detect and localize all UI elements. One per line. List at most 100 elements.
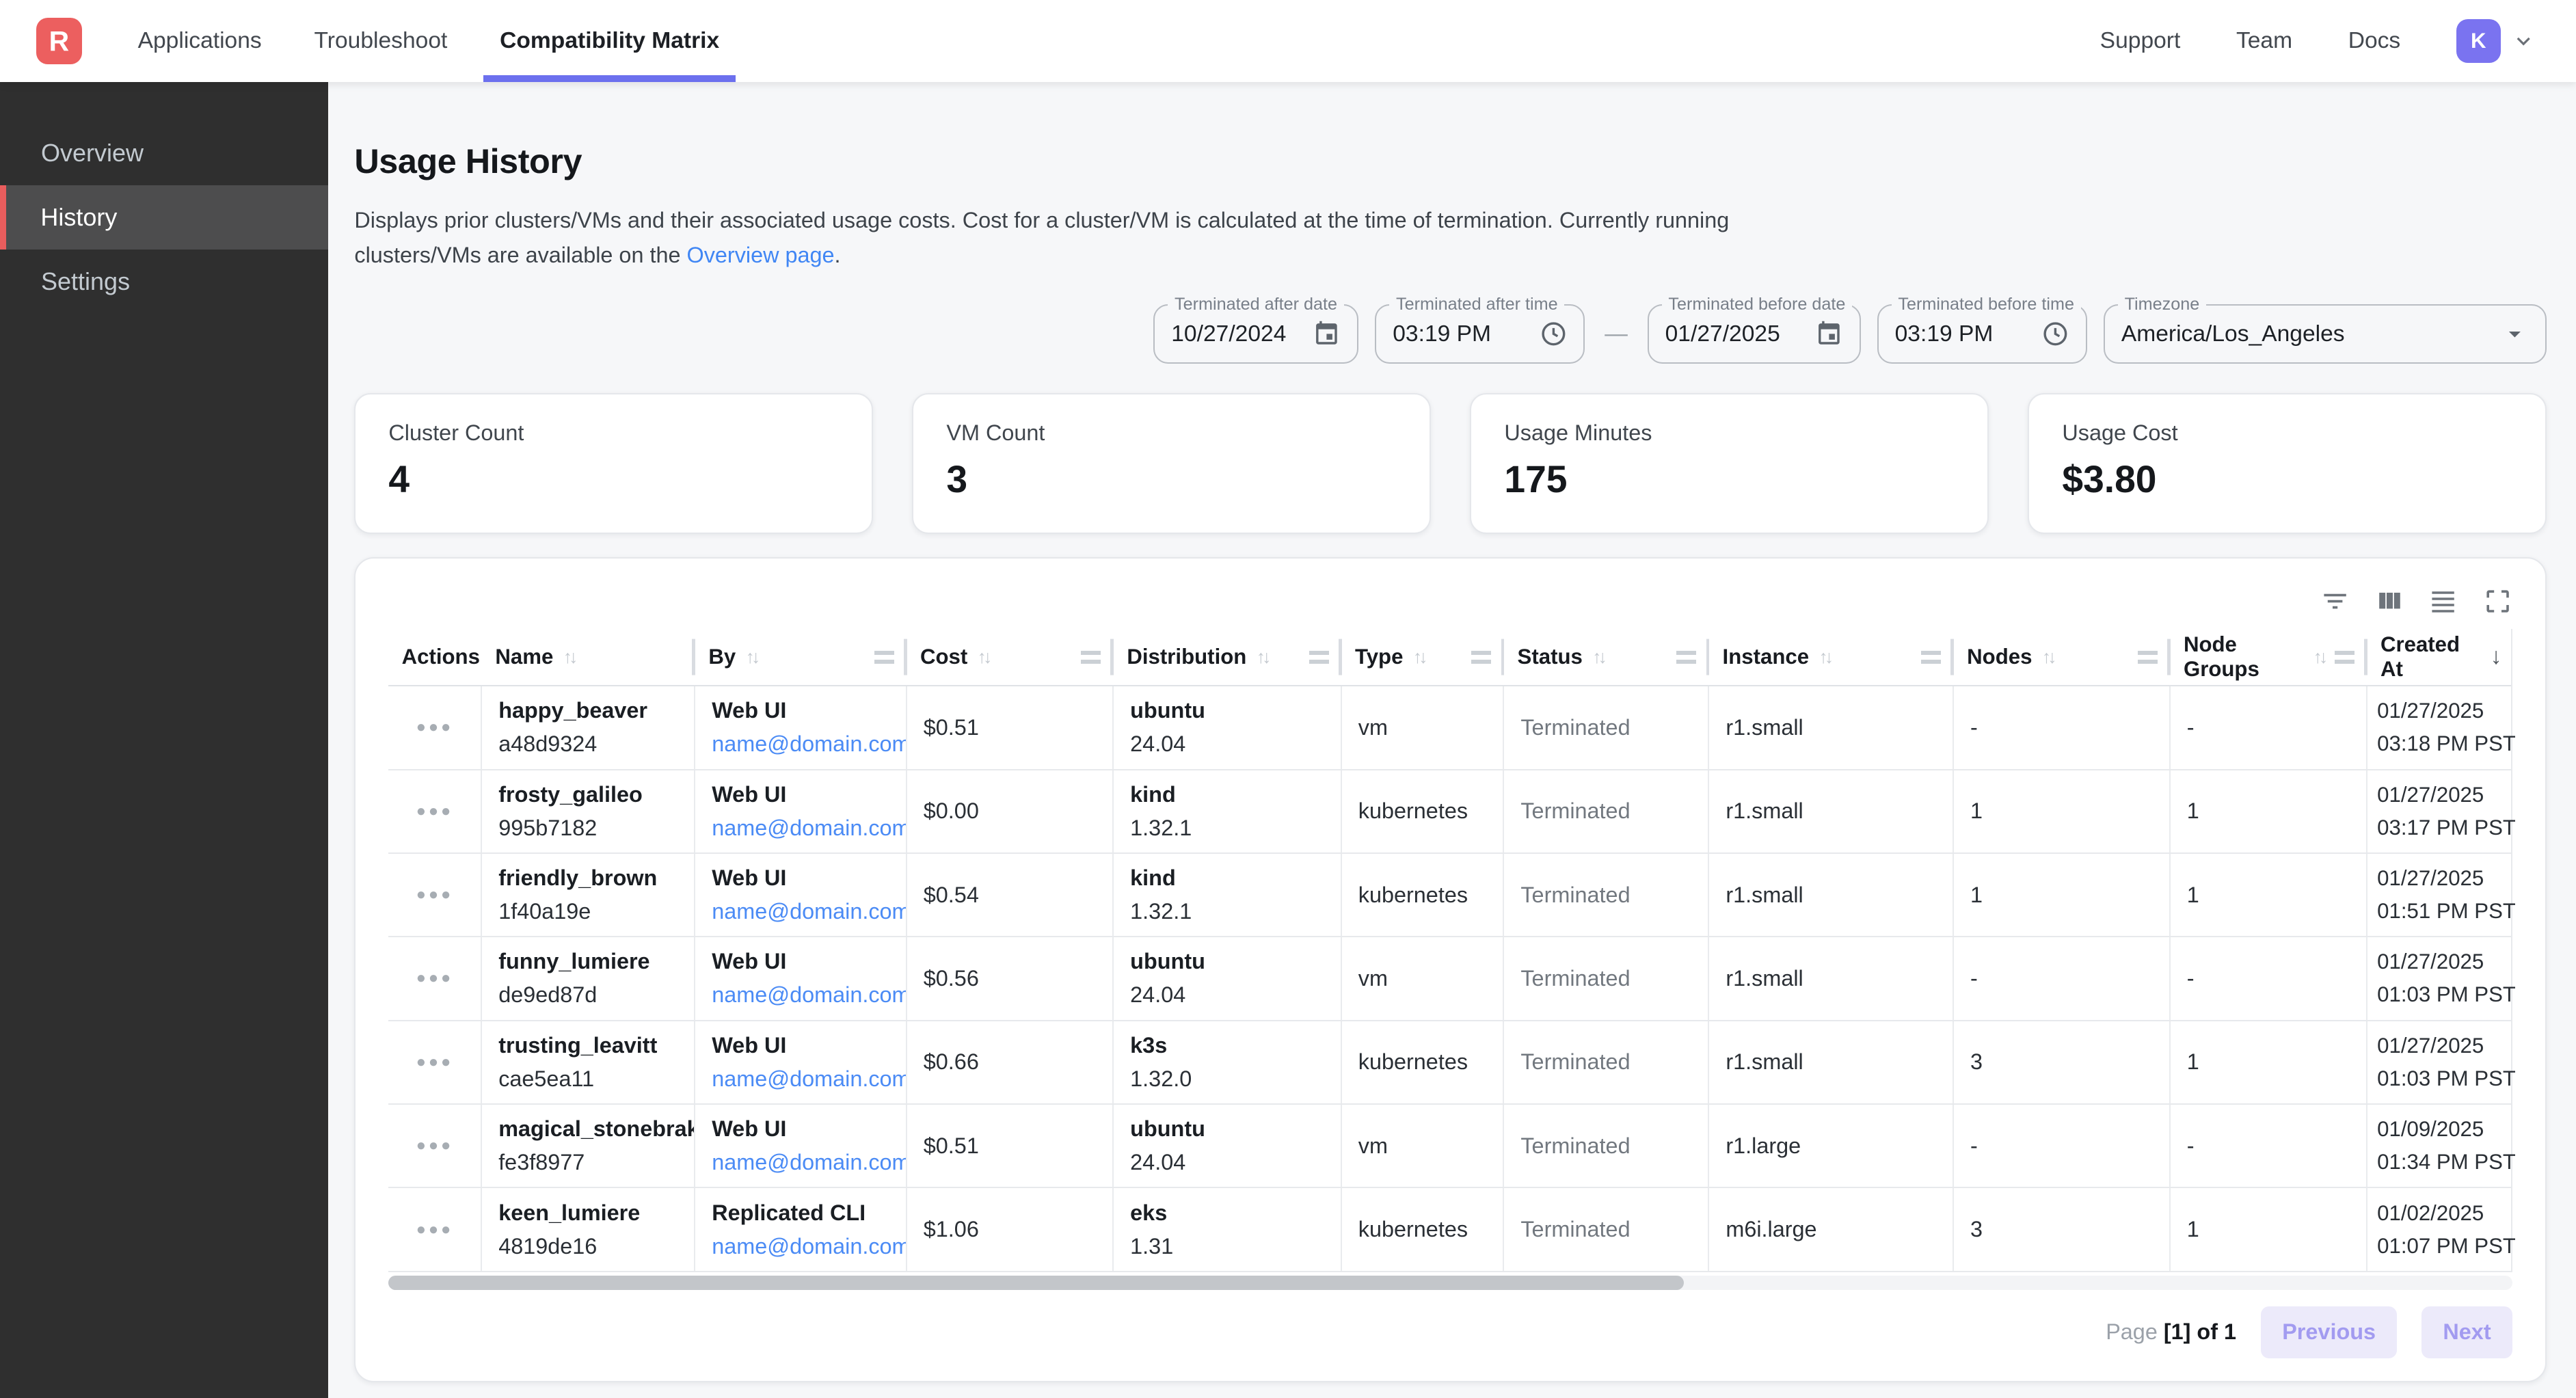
row-actions-button[interactable]: ●●● [416,719,453,736]
terminated-after-date-value[interactable]: 10/27/2024 [1171,321,1286,347]
nodes-cell: 1 [1954,770,2171,852]
column-menu-icon[interactable] [2128,651,2157,664]
row-actions-button[interactable]: ●●● [416,1222,453,1238]
previous-page-button[interactable]: Previous [2261,1306,2397,1358]
column-header-nodes[interactable]: Nodes↑↓ [1954,629,2171,685]
column-header-node-groups[interactable]: Node Groups↑↓ [2171,629,2367,685]
sort-arrows-icon[interactable]: ↑↓ [978,647,989,668]
user-menu[interactable]: K [2456,19,2537,64]
terminated-before-time-field[interactable]: Terminated before time 03:19 PM [1877,304,2087,363]
column-header-name[interactable]: Name↑↓ [482,629,695,685]
by-email-link[interactable]: name@domain.com [712,731,889,757]
nav-item-troubleshoot[interactable]: Troubleshoot [314,0,448,82]
timezone-value[interactable]: America/Los_Angeles [2121,321,2345,347]
next-page-button[interactable]: Next [2421,1306,2512,1358]
column-menu-icon[interactable] [1911,651,1941,664]
column-label: Type [1355,645,1403,669]
nav-item-applications[interactable]: Applications [138,0,262,82]
nav-item-docs[interactable]: Docs [2348,28,2401,54]
by-email-link[interactable]: name@domain.com [712,1234,889,1259]
cluster-name: funny_lumiere [498,949,677,974]
cost-cell: $0.51 [907,686,1114,768]
sort-arrows-icon[interactable]: ↑↓ [563,647,575,668]
instance-cell: r1.small [1709,854,1954,936]
terminated-before-time-value[interactable]: 03:19 PM [1895,321,1994,347]
column-menu-icon[interactable] [864,651,894,664]
by-email-link[interactable]: name@domain.com [712,1066,889,1092]
column-header-type[interactable]: Type ↑↓ [1342,629,1505,685]
distribution-version: 1.32.0 [1130,1066,1324,1092]
cluster-id: fe3f8977 [498,1150,677,1175]
sidebar-item-overview[interactable]: Overview [0,122,328,186]
sort-arrows-icon[interactable]: ↑↓ [1413,647,1425,668]
by-email-link[interactable]: name@domain.com [712,1150,889,1175]
sidebar-item-history[interactable]: History [0,185,328,250]
sort-arrows-icon[interactable]: ↑↓ [2313,647,2325,668]
row-actions-button[interactable]: ●●● [416,1054,453,1071]
nav-item-support[interactable]: Support [2100,28,2181,54]
columns-icon[interactable] [2374,587,2404,616]
sort-arrows-icon[interactable]: ↑↓ [2042,647,2054,668]
row-actions-button[interactable]: ●●● [416,803,453,820]
terminated-after-date-field[interactable]: Terminated after date 10/27/2024 [1153,304,1358,363]
row-actions-button[interactable]: ●●● [416,887,453,903]
by-cell: Replicated CLIname@domain.com [695,1188,907,1270]
sort-arrows-icon[interactable]: ↑↓ [746,647,757,668]
calendar-icon[interactable] [1313,320,1341,348]
stat-usage-minutes: Usage Minutes 175 [1470,393,1988,534]
row-actions-button[interactable]: ●●● [416,1138,453,1154]
table-header-row: Actions Name↑↓ By↑↓ Cost↑↓ Distribution↑… [388,629,2510,686]
caret-down-icon[interactable] [2501,320,2529,348]
cost-value: $0.00 [924,798,1096,824]
by-email-link[interactable]: name@domain.com [712,816,889,841]
nav-item-compatibility-matrix[interactable]: Compatibility Matrix [500,0,719,82]
clock-icon[interactable] [1540,320,1568,348]
by-email-link[interactable]: name@domain.com [712,899,889,924]
filter-icon[interactable] [2320,587,2350,616]
calendar-icon[interactable] [1815,320,1843,348]
density-icon[interactable] [2428,587,2458,616]
terminated-before-date-field[interactable]: Terminated before date 01/27/2025 [1648,304,1861,363]
terminated-after-time-field[interactable]: Terminated after time 03:19 PM [1375,304,1585,363]
column-header-by[interactable]: By↑↓ [695,629,907,685]
by-email-link[interactable]: name@domain.com [712,982,889,1008]
clock-icon[interactable] [2041,320,2069,348]
column-menu-icon[interactable] [1462,651,1491,664]
fullscreen-icon[interactable] [2483,587,2512,616]
sort-desc-icon[interactable]: ↓ [2491,644,2502,670]
cost-value: $0.54 [924,883,1096,908]
overview-page-link[interactable]: Overview page [687,243,835,267]
sort-arrows-icon[interactable]: ↑↓ [1257,647,1268,668]
instance-value: r1.small [1726,1049,1936,1075]
column-menu-icon[interactable] [1299,651,1328,664]
column-menu-icon[interactable] [1667,651,1696,664]
sort-arrows-icon[interactable]: ↑↓ [1592,647,1604,668]
row-actions-button[interactable]: ●●● [416,970,453,986]
node-groups-cell: 1 [2171,854,2367,936]
column-header-created-at[interactable]: Created At↓ [2367,629,2515,685]
sidebar-item-settings[interactable]: Settings [0,250,328,314]
sort-arrows-icon[interactable]: ↑↓ [1819,647,1830,668]
timezone-select[interactable]: Timezone America/Los_Angeles [2104,304,2547,363]
nodes-value: 1 [1970,883,2153,908]
avatar[interactable]: K [2456,19,2501,64]
pagination: Page [1] of 1 Previous Next [388,1306,2512,1361]
status-cell: Terminated [1504,770,1709,852]
by-source: Web UI [712,865,889,891]
cluster-id: 995b7182 [498,816,677,841]
horizontal-scrollbar-track[interactable] [388,1276,2512,1291]
column-menu-icon[interactable] [1071,651,1101,664]
column-header-cost[interactable]: Cost↑↓ [907,629,1114,685]
column-header-status[interactable]: Status↑↓ [1504,629,1709,685]
instance-value: r1.small [1726,966,1936,991]
replicated-logo[interactable]: R [36,18,82,64]
column-header-instance[interactable]: Instance↑↓ [1709,629,1954,685]
terminated-after-time-value[interactable]: 03:19 PM [1393,321,1491,347]
column-menu-icon[interactable] [2324,651,2354,664]
name-cell: trusting_leavittcae5ea11 [482,1021,695,1103]
horizontal-scrollbar-thumb[interactable] [388,1276,1684,1291]
column-header-distribution[interactable]: Distribution↑↓ [1114,629,1342,685]
terminated-before-date-value[interactable]: 01/27/2025 [1665,321,1780,347]
nav-item-team[interactable]: Team [2236,28,2292,54]
nodes-value: 1 [1970,798,2153,824]
